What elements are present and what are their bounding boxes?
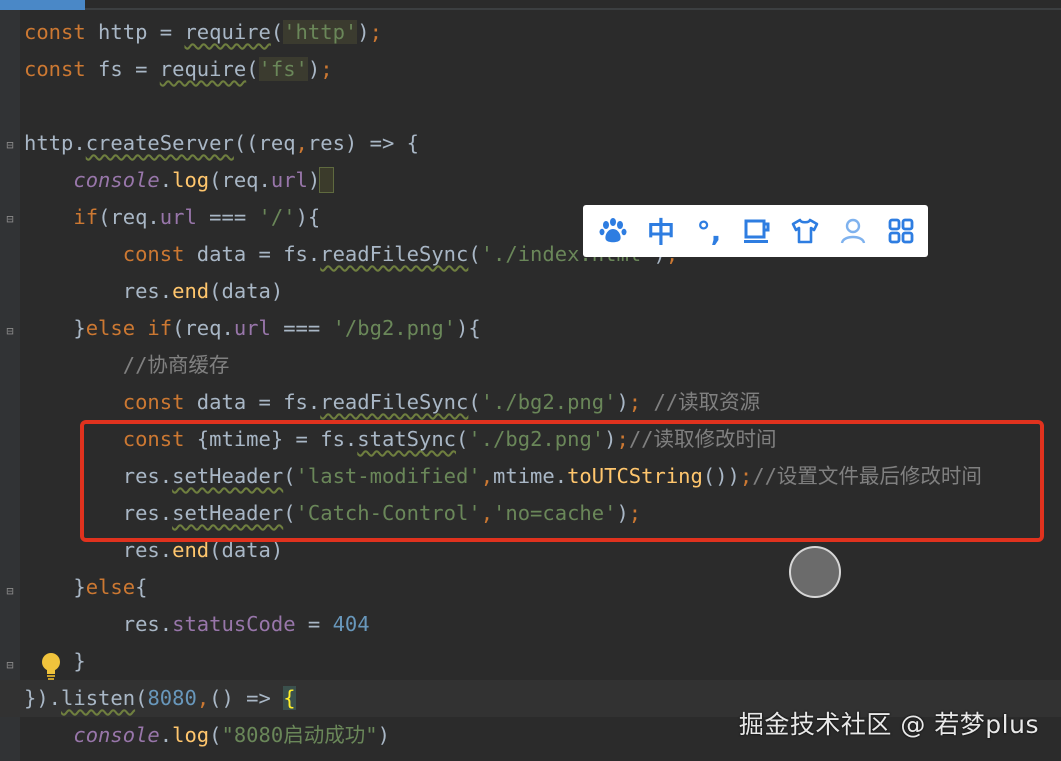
code-line[interactable]: http.createServer((req,res) => { — [24, 125, 419, 162]
code-line[interactable]: //协商缓存 — [24, 347, 230, 384]
grid-icon[interactable] — [877, 209, 925, 253]
cup-icon[interactable] — [733, 209, 781, 253]
code-line[interactable]: res.end(data) — [24, 273, 283, 310]
fold-icon[interactable]: ⊟ — [4, 584, 16, 598]
fold-icon[interactable]: ⊟ — [4, 324, 16, 338]
fold-icon[interactable]: ⊟ — [4, 658, 16, 672]
code-line[interactable]: const data = fs.readFileSync('./bg2.png'… — [24, 384, 760, 421]
active-tab-indicator[interactable] — [0, 0, 85, 10]
highlight-box — [80, 420, 1044, 542]
code-line[interactable]: }else{ — [24, 569, 147, 606]
code-line[interactable]: if(req.url === '/'){ — [24, 199, 320, 236]
code-line[interactable]: }else if(req.url === '/bg2.png'){ — [24, 310, 480, 347]
ime-punctuation-button[interactable]: °, — [685, 209, 733, 253]
code-line[interactable]: res.statusCode = 404 — [24, 606, 370, 643]
code-line[interactable]: console.log(req.url) — [24, 162, 334, 199]
tab-bar — [0, 8, 1061, 10]
code-token: const — [24, 57, 86, 81]
fold-icon[interactable]: ⊟ — [4, 212, 16, 226]
code-line[interactable]: const http = require('http'); — [24, 14, 382, 51]
code-line[interactable]: console.log("8080启动成功") — [24, 717, 390, 754]
user-icon[interactable] — [829, 209, 877, 253]
code-token: require — [159, 57, 247, 81]
text-cursor — [319, 167, 334, 193]
ime-toolbar: 中 °, — [583, 205, 928, 257]
line-gutter[interactable]: ⊟ ⊟ ⊟ ⊟ ⊟ ⊟ — [0, 10, 20, 761]
code-token: console — [73, 168, 160, 192]
code-token: 'http' — [283, 20, 358, 44]
touch-pointer-indicator — [789, 546, 841, 598]
shirt-icon[interactable] — [781, 209, 829, 253]
code-line[interactable]: const data = fs.readFileSync('./index.ht… — [24, 236, 678, 273]
code-token: const — [24, 20, 86, 44]
paw-icon[interactable] — [589, 209, 637, 253]
code-token: 'fs' — [258, 57, 308, 81]
ime-chinese-mode-button[interactable]: 中 — [637, 209, 685, 253]
fold-icon[interactable]: ⊟ — [4, 138, 16, 152]
code-token: createServer — [85, 131, 234, 155]
lightbulb-icon[interactable] — [38, 651, 64, 681]
code-token: require — [184, 20, 271, 44]
watermark: 掘金技术社区 @ 若梦plus — [738, 710, 1039, 739]
code-line[interactable]: const fs = require('fs'); — [24, 51, 333, 88]
